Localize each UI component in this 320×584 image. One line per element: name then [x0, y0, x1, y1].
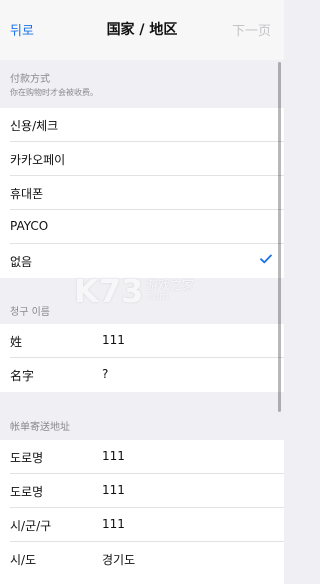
payment-options-list: 신용/체크 카카오페이 휴대폰 PAYCO 없음 — [0, 108, 284, 278]
watermark-site-name: 游戏之家 — [146, 278, 195, 292]
field-value[interactable]: 111 — [102, 483, 125, 497]
payment-option-phone[interactable]: 휴대폰 — [0, 176, 284, 210]
payment-section-subtitle: 你在购物时才会被收费。 — [10, 88, 98, 97]
payment-option-kakaopay[interactable]: 카카오페이 — [0, 142, 284, 176]
street-field-2[interactable]: 도로명 111 — [0, 474, 284, 508]
billing-name-section-title: 청구 이름 — [10, 307, 50, 318]
province-field[interactable]: 시/도 경기도 — [0, 542, 284, 576]
payment-option-label: 없음 — [10, 255, 33, 269]
payment-option-label: 신용/체크 — [10, 119, 59, 133]
next-button[interactable]: 下一页 — [232, 20, 271, 39]
watermark: K73 游戏之家 .com — [74, 272, 214, 312]
field-label: 시/군/구 — [10, 519, 52, 533]
last-name-field[interactable]: 姓 111 — [0, 324, 284, 358]
payment-section-header: 付款方式 你在购物时才会被收费。 — [0, 60, 284, 108]
field-label: 姓 — [10, 335, 23, 349]
field-value[interactable]: 111 — [102, 449, 125, 463]
payment-option-label: 카카오페이 — [10, 153, 66, 167]
field-value[interactable]: ? — [102, 367, 108, 381]
billing-name-list: 姓 111 名字 ? — [0, 324, 284, 392]
field-label: 도로명 — [10, 485, 44, 499]
payment-section-title: 付款方式 — [10, 74, 50, 85]
navigation-bar: 뒤로 国家 / 地区 下一页 — [0, 0, 284, 60]
scrollbar[interactable] — [278, 62, 281, 412]
field-value[interactable]: 111 — [102, 517, 125, 531]
billing-address-list: 도로명 111 도로명 111 시/군/구 111 시/도 경기도 — [0, 440, 284, 584]
field-label: 名字 — [10, 369, 35, 383]
field-label: 도로명 — [10, 451, 44, 465]
payment-option-label: 휴대폰 — [10, 187, 44, 201]
field-label: 시/도 — [10, 553, 37, 567]
street-field-1[interactable]: 도로명 111 — [0, 440, 284, 474]
field-value[interactable]: 111 — [102, 333, 125, 347]
checkmark-icon — [260, 254, 272, 264]
watermark-logo: K73 — [74, 272, 144, 310]
watermark-url: .com — [146, 292, 169, 302]
payment-option-payco[interactable]: PAYCO — [0, 210, 284, 244]
billing-address-section-title: 帐单寄送地址 — [10, 422, 70, 433]
payment-option-label: PAYCO — [10, 219, 49, 233]
first-name-field[interactable]: 名字 ? — [0, 358, 284, 392]
city-field[interactable]: 시/군/구 111 — [0, 508, 284, 542]
billing-address-section-header: 帐单寄送地址 — [0, 392, 284, 440]
field-value[interactable]: 경기도 — [102, 551, 135, 568]
payment-option-credit[interactable]: 신용/체크 — [0, 108, 284, 142]
